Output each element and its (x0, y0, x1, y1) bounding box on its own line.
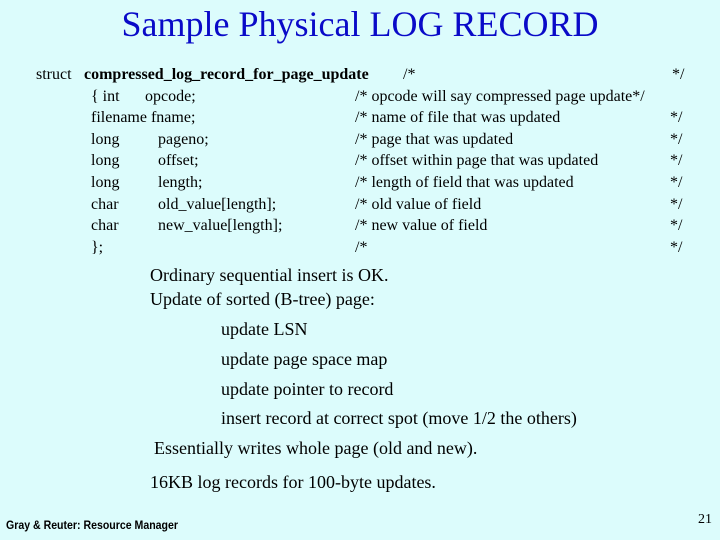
comment-close: */ (670, 130, 683, 148)
field-type: long (91, 152, 120, 170)
note-subitem: insert record at correct spot (move 1/2 … (221, 408, 577, 428)
note-subitem: update page space map (221, 349, 388, 369)
comment-close: */ (670, 152, 683, 170)
field-comment: /* (355, 238, 368, 256)
struct-field-row: long offset; /* offset within page that … (0, 150, 720, 172)
field-type: char (91, 217, 119, 235)
note-subitem: update pointer to record (221, 379, 394, 399)
field-type: char (91, 195, 119, 213)
comment-close: */ (670, 173, 683, 191)
field-comment: /* name of file that was updated (355, 109, 561, 127)
field-comment: /* opcode will say compressed page updat… (355, 87, 645, 105)
field-name: offset; (158, 152, 199, 170)
struct-closing-brace: }; (91, 238, 104, 256)
comment-close: */ (670, 109, 683, 127)
field-name: opcode; (145, 87, 196, 105)
struct-field-row: long pageno; /* page that was updated */ (0, 129, 720, 151)
field-type: filename fname; (91, 109, 196, 127)
field-name: old_value[length]; (158, 195, 277, 213)
field-type: long (91, 173, 120, 191)
slide-title: Sample Physical LOG RECORD (121, 4, 599, 44)
struct-definition: struct compressed_log_record_for_page_up… (0, 64, 720, 258)
field-type: long (91, 130, 120, 148)
field-comment: /* old value of field (355, 195, 482, 213)
field-comment: /* length of field that was updated (355, 173, 574, 191)
comment-close: */ (670, 217, 683, 235)
struct-field-row: filename fname; /* name of file that was… (0, 107, 720, 129)
struct-field-row: { int opcode; /* opcode will say compres… (0, 86, 720, 108)
struct-header-row: struct compressed_log_record_for_page_up… (0, 64, 720, 86)
comment-close: */ (672, 66, 685, 83)
field-name: length; (158, 173, 203, 191)
comment-close: */ (670, 195, 683, 213)
note-line: Essentially writes whole page (old and n… (154, 438, 478, 458)
note-line: Ordinary sequential insert is OK. (150, 265, 389, 285)
field-comment: /* page that was updated (355, 130, 514, 148)
struct-field-row: char old_value[length]; /* old value of … (0, 194, 720, 216)
note-line: 16KB log records for 100-byte updates. (150, 472, 436, 492)
field-name: pageno; (158, 130, 209, 148)
comment-close: */ (670, 238, 683, 256)
field-type: { int (91, 87, 120, 105)
footer-source: Gray & Reuter: Resource Manager (6, 518, 178, 532)
struct-name: compressed_log_record_for_page_update (84, 66, 369, 83)
struct-keyword: struct (36, 66, 72, 83)
note-subitem: update LSN (221, 319, 308, 339)
note-line: Update of sorted (B-tree) page: (150, 289, 375, 309)
comment-open: /* (403, 66, 416, 83)
page-number: 21 (698, 512, 712, 527)
struct-field-row: long length; /* length of field that was… (0, 172, 720, 194)
field-comment: /* offset within page that was updated (355, 152, 599, 170)
struct-closing-row: }; /* */ (0, 237, 720, 259)
struct-field-row: char new_value[length]; /* new value of … (0, 215, 720, 237)
field-name: new_value[length]; (158, 217, 283, 235)
field-comment: /* new value of field (355, 217, 488, 235)
